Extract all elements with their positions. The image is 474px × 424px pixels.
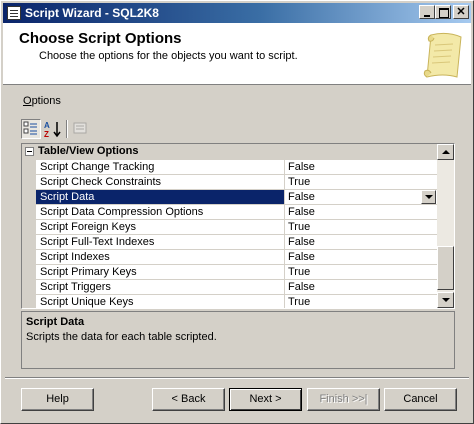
property-row[interactable]: Script Foreign Keys True bbox=[22, 220, 437, 235]
minimize-button[interactable] bbox=[419, 5, 435, 19]
property-value[interactable]: True bbox=[285, 295, 437, 308]
property-value[interactable]: False bbox=[285, 235, 437, 250]
description-text: Scripts the data for each table scripted… bbox=[26, 331, 217, 343]
property-value[interactable]: False bbox=[285, 280, 437, 295]
description-panel: Script Data Scripts the data for each ta… bbox=[21, 311, 455, 369]
property-row[interactable]: Script Primary Keys True bbox=[22, 265, 437, 280]
property-name: Script Primary Keys bbox=[36, 265, 285, 280]
categorized-icon bbox=[23, 121, 37, 135]
close-button[interactable]: ✕ bbox=[453, 5, 469, 19]
property-grid[interactable]: Table/View Options Script Change Trackin… bbox=[21, 143, 455, 309]
scroll-up-icon[interactable] bbox=[437, 144, 454, 160]
chevron-down-icon[interactable] bbox=[421, 190, 436, 204]
property-row[interactable]: Script Triggers False bbox=[22, 280, 437, 295]
scroll-thumb[interactable] bbox=[437, 246, 454, 290]
page-subtitle: Choose the options for the objects you w… bbox=[39, 50, 298, 62]
property-name: Script Triggers bbox=[36, 280, 285, 295]
options-label: Options bbox=[23, 95, 61, 107]
wizard-header: Choose Script Options Choose the options… bbox=[3, 23, 471, 85]
maximize-button[interactable] bbox=[435, 5, 451, 19]
category-row[interactable]: Table/View Options bbox=[22, 144, 437, 160]
scroll-icon bbox=[423, 32, 462, 78]
property-name: Script Indexes bbox=[36, 250, 285, 265]
property-value[interactable]: False bbox=[285, 160, 437, 175]
property-value[interactable]: False bbox=[285, 250, 437, 265]
property-name: Script Full-Text Indexes bbox=[36, 235, 285, 250]
property-value-text: False bbox=[288, 191, 315, 203]
scroll-down-icon[interactable] bbox=[437, 292, 454, 308]
collapse-icon[interactable] bbox=[25, 147, 34, 156]
wizard-app-icon bbox=[7, 6, 21, 20]
property-pages-icon bbox=[73, 122, 87, 134]
property-value-dropdown[interactable]: False bbox=[285, 190, 437, 205]
property-row[interactable]: Script Unique Keys True bbox=[22, 295, 437, 308]
category-label: Table/View Options bbox=[38, 145, 139, 157]
property-name: Script Data Compression Options bbox=[36, 205, 285, 220]
cancel-button[interactable]: Cancel bbox=[384, 388, 457, 411]
svg-text:A: A bbox=[44, 121, 50, 130]
property-name: Script Data bbox=[36, 190, 285, 205]
property-name: Script Foreign Keys bbox=[36, 220, 285, 235]
property-name: Script Change Tracking bbox=[36, 160, 285, 175]
property-grid-rows: Table/View Options Script Change Trackin… bbox=[22, 144, 437, 308]
property-pages-button[interactable] bbox=[71, 119, 91, 139]
page-title: Choose Script Options bbox=[19, 30, 182, 47]
alphabetical-button[interactable]: A Z bbox=[43, 119, 63, 139]
property-value[interactable]: True bbox=[285, 175, 437, 190]
window-title: Script Wizard - SQL2K8 bbox=[25, 6, 159, 20]
property-row[interactable]: Script Indexes False bbox=[22, 250, 437, 265]
alphabetical-icon: A Z bbox=[44, 121, 61, 139]
property-value[interactable]: True bbox=[285, 265, 437, 280]
finish-button: Finish >>| bbox=[307, 388, 380, 411]
title-bar[interactable]: Script Wizard - SQL2K8 ✕ bbox=[3, 3, 471, 23]
property-name: Script Check Constraints bbox=[36, 175, 285, 190]
categorized-button[interactable] bbox=[21, 119, 41, 139]
property-row-selected[interactable]: Script Data False bbox=[22, 190, 437, 205]
vertical-scrollbar[interactable] bbox=[437, 144, 454, 308]
property-value[interactable]: False bbox=[285, 205, 437, 220]
toolbar-separator bbox=[66, 120, 68, 138]
description-title: Script Data bbox=[26, 316, 85, 328]
svg-text:Z: Z bbox=[44, 130, 49, 139]
script-wizard-window: Script Wizard - SQL2K8 ✕ Choose Script O… bbox=[0, 0, 474, 424]
property-name: Script Unique Keys bbox=[36, 295, 285, 308]
property-row[interactable]: Script Data Compression Options False bbox=[22, 205, 437, 220]
property-row[interactable]: Script Full-Text Indexes False bbox=[22, 235, 437, 250]
property-row[interactable]: Script Change Tracking False bbox=[22, 160, 437, 175]
property-row[interactable]: Script Check Constraints True bbox=[22, 175, 437, 190]
next-button[interactable]: Next > bbox=[229, 388, 302, 411]
back-button[interactable]: < Back bbox=[152, 388, 225, 411]
help-button[interactable]: Help bbox=[21, 388, 94, 411]
footer-divider bbox=[5, 377, 469, 379]
property-value[interactable]: True bbox=[285, 220, 437, 235]
